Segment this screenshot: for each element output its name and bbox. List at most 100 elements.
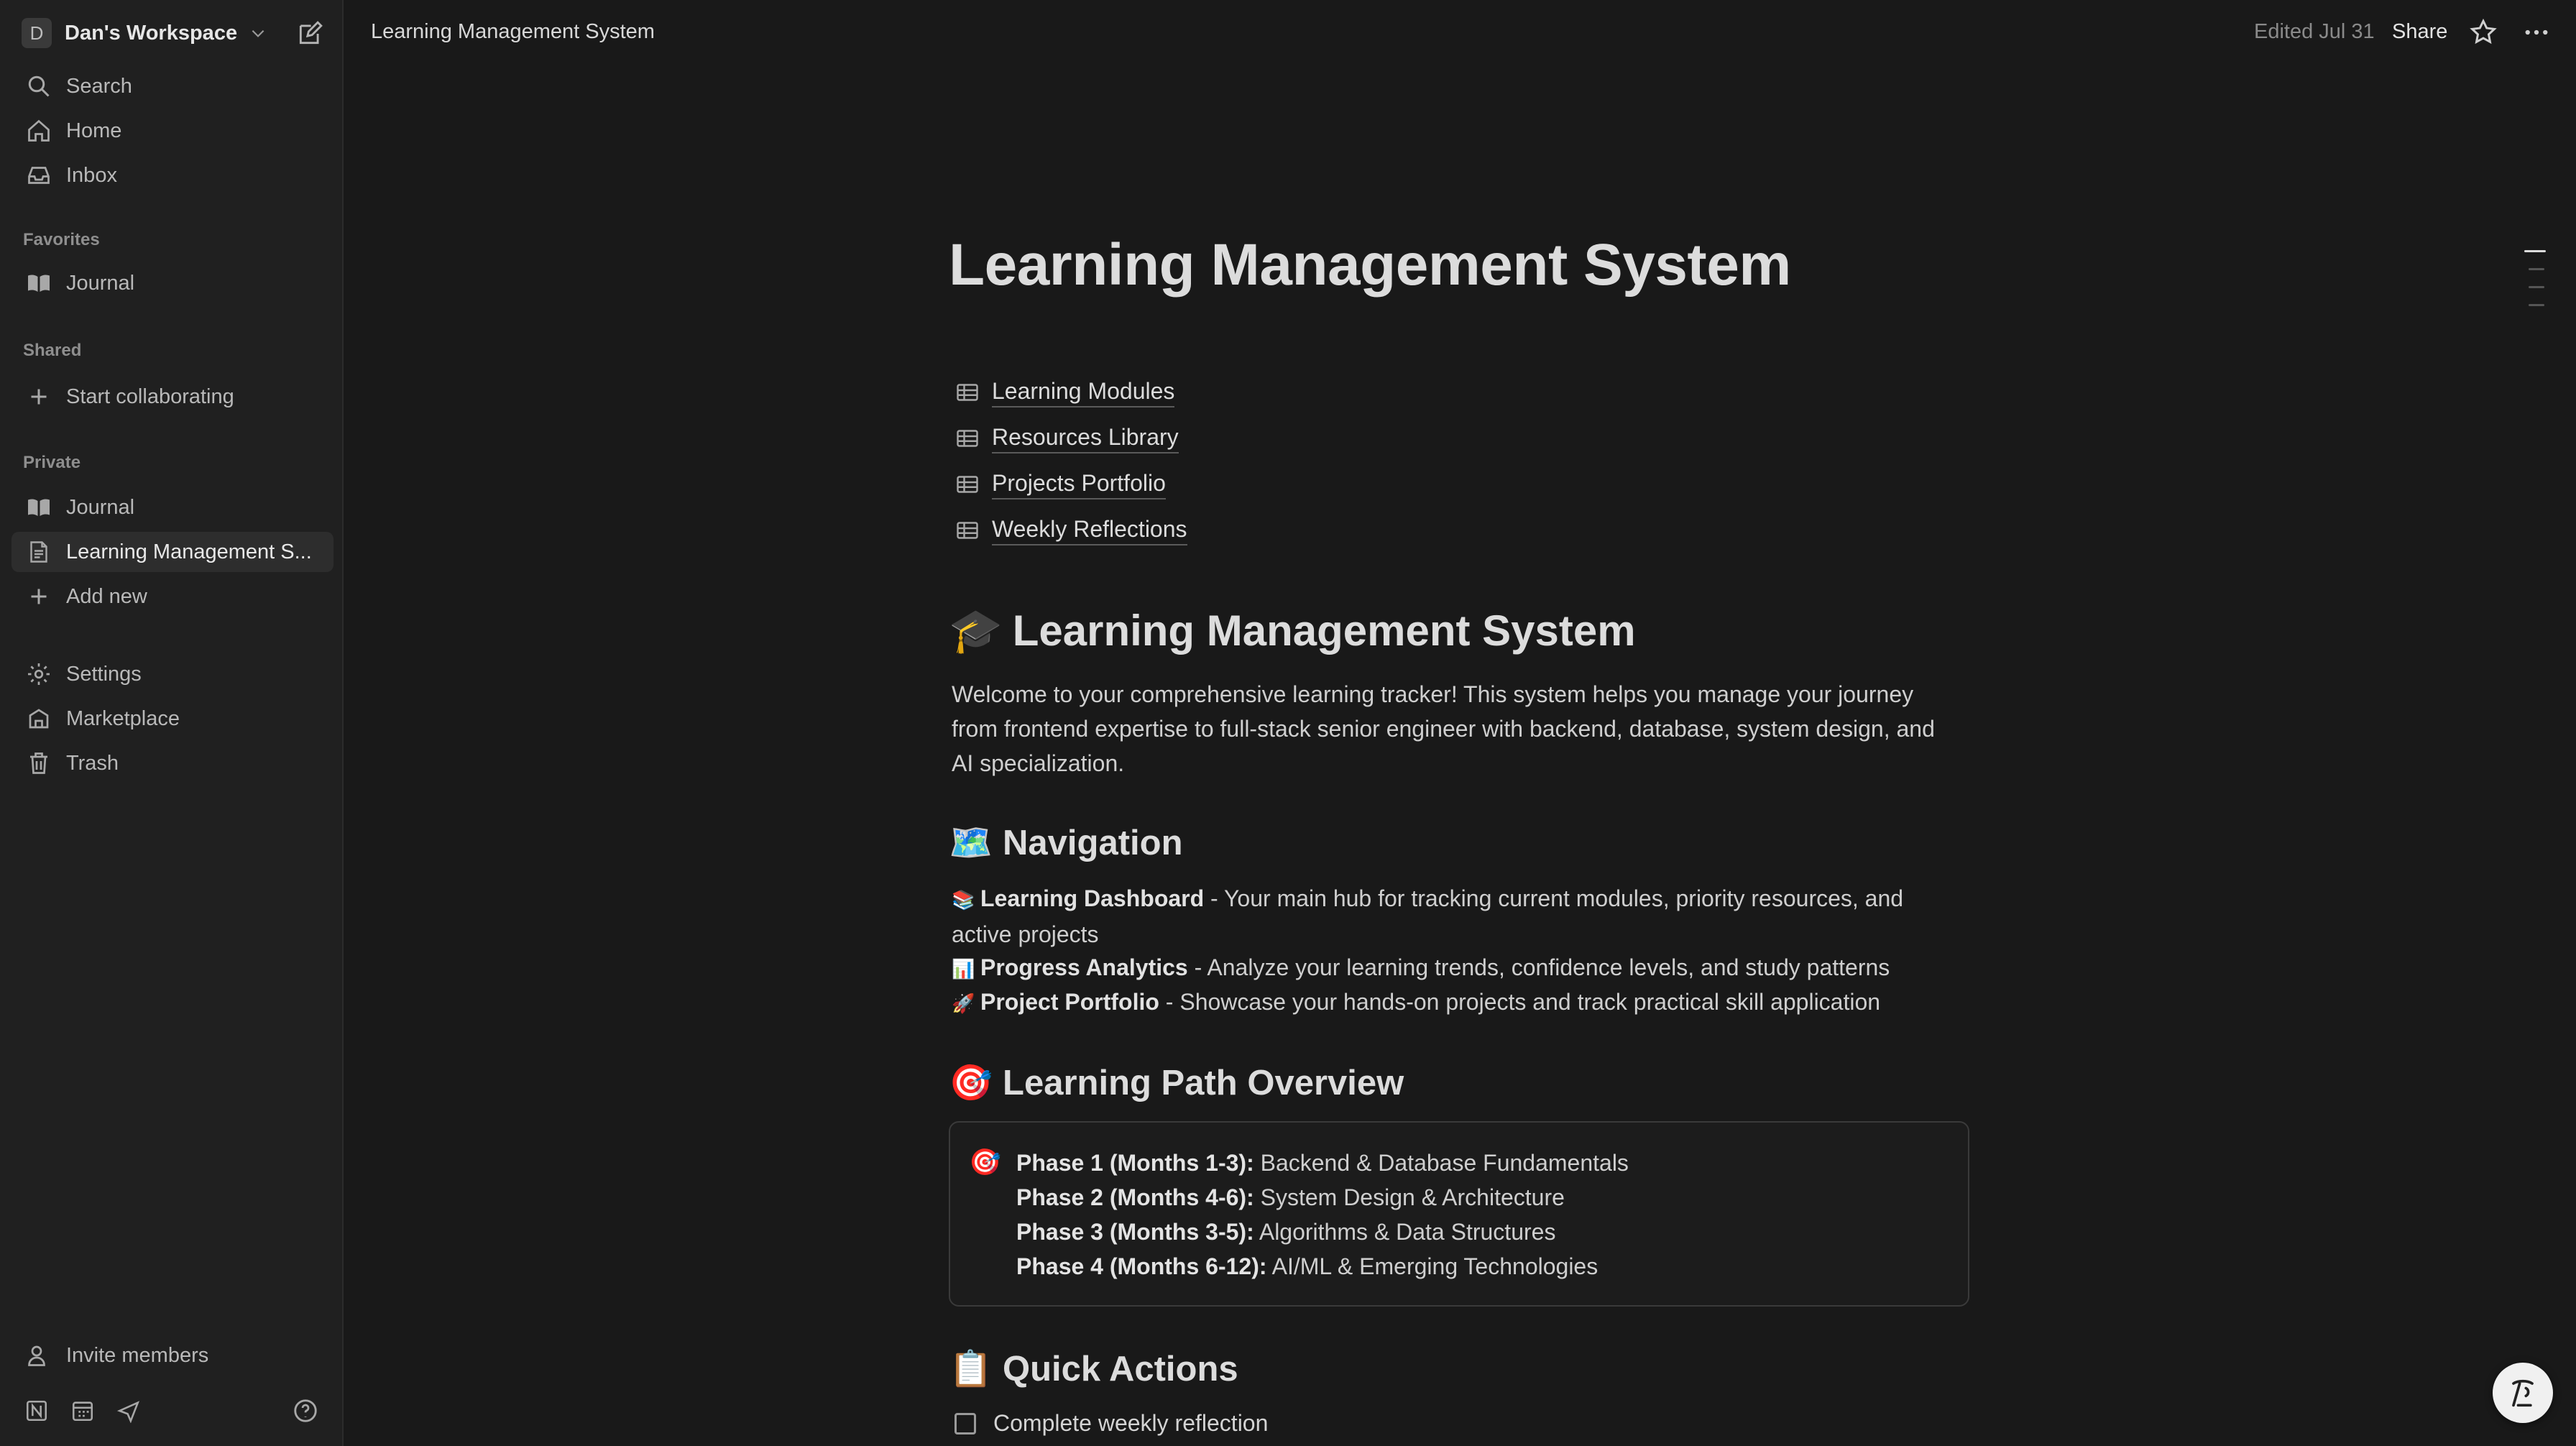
toc-tick[interactable] bbox=[2529, 286, 2544, 288]
page-title[interactable]: Learning Management System bbox=[949, 231, 1791, 299]
topbar: Learning Management System Edited Jul 31… bbox=[345, 0, 2576, 66]
database-link-weekly-reflections[interactable]: Weekly Reflections bbox=[954, 512, 1187, 549]
chevron-down-icon bbox=[252, 29, 264, 37]
map-icon: 🗺️ bbox=[949, 824, 993, 862]
phase-label: Phase 2 (Months 4-6): bbox=[1016, 1184, 1254, 1210]
search-icon bbox=[24, 72, 53, 101]
sidebar-item-label: Journal bbox=[66, 495, 135, 519]
sidebar-item-marketplace[interactable]: Marketplace bbox=[12, 699, 334, 739]
trash-icon bbox=[24, 749, 53, 778]
database-link-resources-library[interactable]: Resources Library bbox=[954, 420, 1179, 457]
phase-value: Algorithms & Data Structures bbox=[1254, 1219, 1556, 1245]
sidebar-bottom-toolbar bbox=[23, 1397, 142, 1424]
book-icon bbox=[24, 269, 53, 298]
table-icon bbox=[957, 384, 978, 401]
new-page-icon[interactable] bbox=[296, 20, 323, 47]
phase-line: Phase 4 (Months 6-12): AI/ML & Emerging … bbox=[1016, 1249, 1598, 1284]
workspace-switcher[interactable]: D Dan's Workspace bbox=[22, 18, 267, 48]
nav-item-learning-dashboard[interactable]: 📚 Learning Dashboard - Your main hub for … bbox=[952, 881, 1944, 952]
sidebar-item-start-collaborating[interactable]: Start collaborating bbox=[12, 377, 334, 417]
more-options-icon[interactable] bbox=[2521, 17, 2552, 47]
breadcrumb[interactable]: Learning Management System bbox=[371, 20, 655, 44]
section-heading-quick-actions[interactable]: 📋 Quick Actions bbox=[949, 1348, 1238, 1389]
database-link-learning-modules[interactable]: Learning Modules bbox=[954, 374, 1175, 411]
database-link-label: Learning Modules bbox=[992, 378, 1175, 407]
page-icon bbox=[24, 538, 53, 566]
sidebar-item-label: Trash bbox=[66, 751, 119, 775]
workspace-name: Dan's Workspace bbox=[65, 21, 238, 45]
sidebar-item-label: Inbox bbox=[66, 163, 117, 187]
bar-chart-icon: 📊 bbox=[952, 958, 975, 980]
section-heading-learning-path[interactable]: 🎯 Learning Path Overview bbox=[949, 1062, 1404, 1103]
database-link-projects-portfolio[interactable]: Projects Portfolio bbox=[954, 466, 1166, 503]
heading-text: Quick Actions bbox=[1003, 1349, 1238, 1389]
sidebar-item-label: Add new bbox=[66, 584, 147, 608]
sidebar-item-settings[interactable]: Settings bbox=[12, 654, 334, 694]
shared-section-label: Shared bbox=[23, 341, 82, 360]
notion-logo-icon[interactable] bbox=[23, 1397, 50, 1424]
star-icon[interactable] bbox=[2468, 17, 2498, 47]
book-icon bbox=[24, 493, 53, 522]
phase-label: Phase 4 (Months 6-12): bbox=[1016, 1253, 1267, 1279]
heading-text: Navigation bbox=[1003, 823, 1183, 862]
target-icon: 🎯 bbox=[949, 1064, 993, 1102]
plus-icon bbox=[24, 582, 53, 611]
calendar-icon[interactable] bbox=[69, 1397, 96, 1424]
edited-timestamp: Edited Jul 31 bbox=[2254, 20, 2375, 43]
table-of-contents-minimap[interactable] bbox=[2524, 250, 2546, 322]
sidebar-item-home[interactable]: Home bbox=[12, 111, 334, 151]
inbox-icon bbox=[24, 161, 53, 190]
toc-tick[interactable] bbox=[2524, 250, 2546, 252]
nav-item-project-portfolio[interactable]: 🚀 Project Portfolio - Showcase your hands… bbox=[952, 985, 1944, 1021]
phase-line: Phase 3 (Months 3-5): Algorithms & Data … bbox=[1016, 1215, 1555, 1249]
todo-checkbox[interactable] bbox=[954, 1412, 976, 1435]
help-icon[interactable] bbox=[292, 1397, 319, 1424]
rocket-icon: 🚀 bbox=[952, 993, 975, 1014]
sidebar-item-label: Marketplace bbox=[66, 706, 180, 730]
nav-item-description: - Analyze your learning trends, confiden… bbox=[1187, 954, 1890, 980]
sidebar-item-search[interactable]: Search bbox=[12, 66, 334, 106]
sidebar-item-label: Search bbox=[66, 74, 132, 98]
nav-item-title: Learning Dashboard bbox=[980, 885, 1205, 911]
phase-line: Phase 2 (Months 4-6): System Design & Ar… bbox=[1016, 1180, 1565, 1215]
database-link-label: Weekly Reflections bbox=[992, 516, 1187, 545]
sidebar-item-label: Journal bbox=[66, 271, 135, 295]
table-icon bbox=[957, 522, 978, 539]
plus-icon bbox=[24, 382, 53, 411]
phase-value: System Design & Architecture bbox=[1254, 1184, 1565, 1210]
heading-text: Learning Management System bbox=[1012, 607, 1636, 655]
todo-label[interactable]: Complete weekly reflection bbox=[993, 1410, 1268, 1437]
sidebar-item-add-new[interactable]: Add new bbox=[12, 576, 334, 617]
sidebar-item-label: Start collaborating bbox=[66, 384, 234, 408]
learning-path-callout[interactable]: 🎯 Phase 1 (Months 1-3): Backend & Databa… bbox=[949, 1121, 1969, 1307]
books-icon: 📚 bbox=[952, 889, 975, 911]
phase-value: Backend & Database Fundamentals bbox=[1254, 1150, 1629, 1176]
nav-item-description: - Showcase your hands-on projects and tr… bbox=[1159, 989, 1881, 1015]
phase-value: AI/ML & Emerging Technologies bbox=[1266, 1253, 1598, 1279]
ai-assistant-button[interactable] bbox=[2493, 1363, 2553, 1423]
sidebar-item-trash[interactable]: Trash bbox=[12, 743, 334, 783]
sidebar-item-inbox[interactable]: Inbox bbox=[12, 155, 334, 195]
sidebar-item-journal[interactable]: Journal bbox=[12, 487, 334, 528]
nav-item-title: Project Portfolio bbox=[980, 989, 1159, 1015]
todo-item: Complete weekly reflection bbox=[954, 1410, 1268, 1437]
database-link-label: Projects Portfolio bbox=[992, 470, 1166, 499]
graduation-cap-icon: 🎓 bbox=[949, 607, 1003, 655]
toc-tick[interactable] bbox=[2529, 268, 2544, 270]
sidebar-item-journal-favorite[interactable]: Journal bbox=[12, 263, 334, 303]
section-heading-main[interactable]: 🎓 Learning Management System bbox=[949, 605, 1636, 656]
intro-paragraph[interactable]: Welcome to your comprehensive learning t… bbox=[952, 677, 1944, 780]
invite-members-button[interactable]: Invite members bbox=[12, 1335, 334, 1376]
private-section-label: Private bbox=[23, 453, 81, 472]
nav-item-title: Progress Analytics bbox=[980, 954, 1188, 980]
sidebar-item-learning-management-system[interactable]: Learning Management S... bbox=[12, 532, 334, 572]
section-heading-navigation[interactable]: 🗺️ Navigation bbox=[949, 822, 1183, 863]
database-link-label: Resources Library bbox=[992, 424, 1179, 453]
nav-item-progress-analytics[interactable]: 📊 Progress Analytics - Analyze your learn… bbox=[952, 950, 1944, 986]
share-button[interactable]: Share bbox=[2392, 20, 2447, 44]
gear-icon bbox=[24, 660, 53, 689]
send-icon[interactable] bbox=[115, 1397, 142, 1424]
sidebar: D Dan's Workspace Search Home Inbox Favo… bbox=[0, 0, 344, 1446]
toc-tick[interactable] bbox=[2529, 304, 2544, 306]
app-window: D Dan's Workspace Search Home Inbox Favo… bbox=[0, 0, 2576, 1446]
